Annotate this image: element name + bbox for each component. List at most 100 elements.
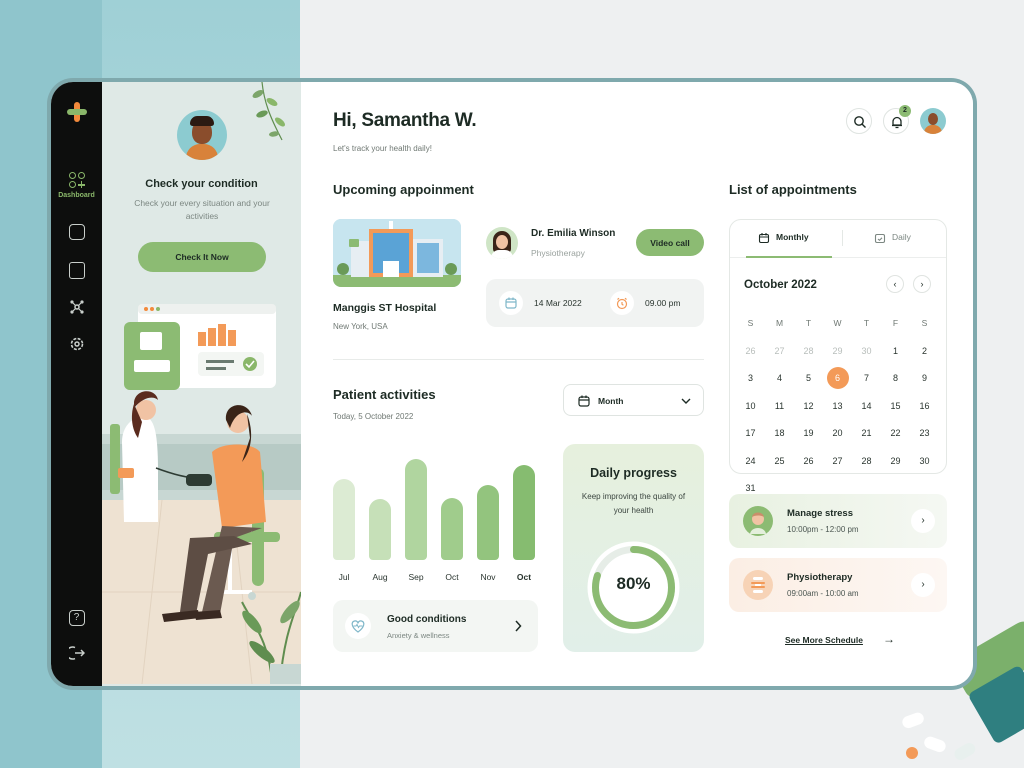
calendar-day[interactable]: 14 [852, 393, 881, 421]
alarm-icon [610, 291, 634, 315]
calendar-day[interactable]: 22 [881, 420, 910, 448]
calendar-day[interactable]: 16 [910, 393, 939, 421]
calendar-day[interactable]: 29 [823, 338, 852, 366]
good-conditions-card[interactable]: Good conditions Anxiety & wellness [333, 600, 538, 652]
calendar-day[interactable]: 13 [823, 393, 852, 421]
doctor-name: Dr. Emilia Winson [531, 228, 616, 239]
help-button[interactable]: ? [51, 610, 102, 626]
activity-bar [477, 485, 499, 560]
greeting-subtitle: Let's track your health daily! [333, 144, 432, 153]
app-frame: Dashboard ? Check your condition Check y… [47, 78, 977, 690]
schedule-item[interactable]: Physiotherapy 09:00am - 10:00 am › [729, 558, 947, 612]
weekday-label: F [892, 318, 899, 328]
calendar-day[interactable]: 28 [852, 448, 881, 476]
activity-bar [441, 498, 463, 560]
calendar-day[interactable]: 25 [765, 448, 794, 476]
calendar-day[interactable]: 7 [852, 365, 881, 393]
calendar-day[interactable]: 10 [736, 393, 765, 421]
calendar-next-button[interactable]: › [913, 275, 931, 293]
sidebar-item-network[interactable] [51, 299, 102, 315]
calendar-day[interactable]: 11 [765, 393, 794, 421]
calendar-day[interactable]: 18 [765, 420, 794, 448]
schedule-open-button[interactable]: › [911, 509, 935, 533]
doctor-illustration [102, 304, 301, 684]
main-content: Hi, Samantha W. Let's track your health … [301, 82, 973, 686]
app-window: Dashboard ? Check your condition Check y… [51, 82, 973, 686]
upcoming-title: Upcoming appoinment [333, 182, 474, 197]
activity-bar [369, 499, 391, 560]
appointment-time: 09.00 pm [645, 298, 681, 308]
calendar-day[interactable]: 28 [794, 338, 823, 366]
calendar-day[interactable]: 9 [910, 365, 939, 393]
dashboard-icon [68, 172, 85, 188]
sidebar-item-dashboard[interactable]: Dashboard [51, 172, 102, 199]
calendar-day[interactable]: 8 [881, 365, 910, 393]
calendar-day[interactable]: 15 [881, 393, 910, 421]
calendar-day[interactable]: 6 [823, 365, 852, 393]
calendar-day[interactable]: 12 [794, 393, 823, 421]
network-icon [69, 300, 84, 314]
heart-icon [345, 613, 371, 639]
logout-button[interactable] [51, 645, 102, 661]
activity-bar-label: Sep [408, 572, 424, 582]
check-condition-title: Check your condition [145, 178, 258, 190]
calendar-day[interactable]: 30 [852, 338, 881, 366]
sidebar-item-settings[interactable] [51, 336, 102, 352]
manage-stress-icon [743, 506, 773, 536]
physiotherapy-icon [743, 570, 773, 600]
calendar-day[interactable]: 2 [910, 338, 939, 366]
arrow-right-icon[interactable]: → [883, 632, 895, 646]
calendar-day[interactable]: 17 [736, 420, 765, 448]
weekday-label: S [921, 318, 928, 328]
clipboard-icon [68, 262, 85, 279]
header-actions: 2 [846, 105, 946, 134]
search-button[interactable] [846, 108, 872, 134]
calendar-day[interactable]: 26 [736, 338, 765, 366]
greeting-title: Hi, Samantha W. [333, 110, 477, 131]
calendar-day[interactable]: 21 [852, 420, 881, 448]
calendar-day[interactable]: 19 [794, 420, 823, 448]
good-conditions-subtitle: Anxiety & wellness [387, 631, 450, 640]
see-more-schedule-link[interactable]: See More Schedule [785, 635, 863, 645]
calendar-day[interactable]: 27 [765, 338, 794, 366]
calendar-check-icon [874, 233, 886, 244]
period-select[interactable]: Month [563, 384, 704, 416]
hospital-image [333, 219, 461, 287]
schedule-item[interactable]: Manage stress 10:00pm - 12:00 pm › [729, 494, 947, 548]
calendar-day[interactable]: 23 [910, 420, 939, 448]
calendar-day[interactable]: 27 [823, 448, 852, 476]
schedule-time: 09:00am - 10:00 am [787, 589, 859, 598]
video-call-button[interactable]: Video call [636, 229, 704, 256]
calendar-day[interactable]: 3 [736, 365, 765, 393]
calendar-day[interactable]: 30 [910, 448, 939, 476]
sidebar-item-calendar[interactable] [51, 224, 102, 240]
sidebar-item-clipboard[interactable] [51, 262, 102, 279]
notifications-button[interactable]: 2 [883, 105, 911, 134]
calendar-day[interactable]: 24 [736, 448, 765, 476]
calendar-day[interactable]: 26 [794, 448, 823, 476]
user-avatar-large [177, 110, 227, 160]
bell-icon [892, 116, 902, 129]
appointments-title: List of appointments [729, 182, 857, 197]
check-it-now-button[interactable]: Check It Now [138, 242, 266, 272]
tab-monthly[interactable]: Monthly [776, 232, 809, 242]
patient-activities-title: Patient activities [333, 387, 436, 402]
schedule-open-button[interactable]: › [911, 573, 935, 597]
calendar-prev-button[interactable]: ‹ [886, 275, 904, 293]
calendar-day[interactable]: 1 [881, 338, 910, 366]
settings-icon [70, 337, 83, 351]
search-icon [854, 116, 866, 128]
logout-icon [68, 646, 85, 660]
calendar-day[interactable]: 29 [881, 448, 910, 476]
calendar-day[interactable]: 5 [794, 365, 823, 393]
daily-progress-value: 80% [616, 574, 651, 593]
hospital-name: Manggis ST Hospital [333, 302, 437, 314]
calendar-day[interactable]: 4 [765, 365, 794, 393]
user-avatar[interactable] [920, 108, 946, 134]
tab-daily[interactable]: Daily [892, 232, 911, 242]
daily-progress-card: Daily progress Keep improving the qualit… [563, 444, 704, 652]
weekday-label: M [775, 318, 784, 328]
appointment-datetime: 14 Mar 2022 09.00 pm [486, 279, 704, 327]
activity-bar [333, 479, 355, 560]
calendar-day[interactable]: 20 [823, 420, 852, 448]
